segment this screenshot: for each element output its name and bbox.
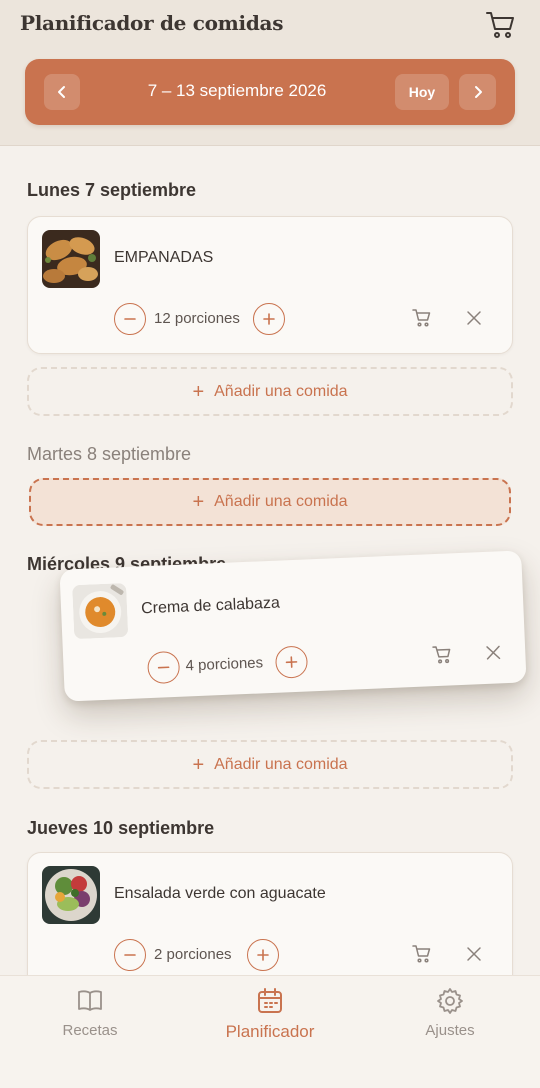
salad-photo [42, 866, 100, 924]
book-icon [78, 990, 102, 1011]
add-to-cart-icon[interactable] [411, 943, 433, 969]
tab-ajustes[interactable]: Ajustes [360, 986, 540, 1039]
soup-photo [72, 582, 129, 640]
week-navigator: 7 – 13 septiembre 2026 Hoy [25, 59, 515, 125]
tab-label: Recetas [62, 1022, 118, 1039]
plus-icon [263, 313, 275, 325]
empanadas-photo [42, 230, 100, 288]
decrease-portions-button[interactable] [114, 303, 146, 335]
decrease-portions-button[interactable] [114, 939, 146, 971]
tab-label: Ajustes [425, 1022, 475, 1039]
add-meal-label: Añadir una comida [214, 755, 348, 773]
remove-meal-icon[interactable] [485, 644, 502, 665]
add-meal-label: Añadir una comida [214, 382, 348, 400]
tab-recetas[interactable]: Recetas [0, 986, 180, 1039]
meal-name: EMPANADAS [114, 249, 214, 266]
bottom-tab-bar: Recetas Planificador Ajustes [0, 975, 540, 1088]
add-meal-button[interactable]: + Añadir una comida [27, 740, 513, 789]
add-to-cart-icon[interactable] [431, 643, 454, 670]
add-meal-label: Añadir una comida [214, 493, 348, 510]
minus-icon [157, 666, 170, 669]
add-meal-button[interactable]: + Añadir una comida [27, 367, 513, 416]
today-button[interactable]: Hoy [395, 74, 449, 110]
plus-icon: + [192, 491, 205, 513]
meal-card[interactable]: Ensalada verde con aguacate 2 porciones [27, 852, 513, 990]
tab-label: Planificador [225, 1022, 315, 1041]
increase-portions-button[interactable] [253, 303, 285, 335]
plus-icon: + [192, 753, 205, 776]
minus-icon [124, 954, 136, 956]
plus-icon: + [192, 380, 205, 403]
drop-target-add-meal[interactable]: + Añadir una comida [29, 478, 511, 526]
calendar-icon [258, 988, 282, 1013]
week-range-label: 7 – 13 septiembre 2026 [147, 81, 327, 100]
portions-count: 2 porciones [154, 946, 232, 963]
remove-meal-icon[interactable] [466, 310, 482, 330]
day-heading-monday: Lunes 7 septiembre [27, 180, 197, 200]
gear-icon [437, 988, 463, 1014]
plus-icon [285, 656, 298, 668]
increase-portions-button[interactable] [247, 939, 279, 971]
day-heading-tuesday: Martes 8 septiembre [27, 444, 192, 464]
portions-count: 12 porciones [154, 310, 240, 327]
plus-icon [257, 949, 269, 961]
day-heading-thursday: Jueves 10 septiembre [27, 818, 215, 838]
page-title: Planificador de comidas [20, 11, 284, 35]
app-header: Planificador de comidas 7 – 13 septiembr… [0, 0, 540, 146]
next-week-button[interactable] [459, 74, 496, 110]
meal-name: Crema de calabaza [140, 594, 281, 618]
tab-planificador[interactable]: Planificador [180, 986, 360, 1042]
dragging-meal-card[interactable]: Crema de calabaza 4 porciones [59, 550, 527, 702]
decrease-portions-button[interactable] [146, 650, 181, 685]
chevron-right-icon [474, 86, 482, 98]
portions-count: 4 porciones [185, 654, 264, 675]
remove-meal-icon[interactable] [466, 946, 482, 966]
meal-card[interactable]: EMPANADAS 12 porciones [27, 216, 513, 354]
minus-icon [124, 318, 136, 320]
add-to-cart-icon[interactable] [411, 307, 433, 333]
meal-name: Ensalada verde con aguacate [114, 885, 326, 902]
shopping-cart-icon[interactable] [484, 9, 518, 43]
increase-portions-button[interactable] [274, 645, 309, 679]
